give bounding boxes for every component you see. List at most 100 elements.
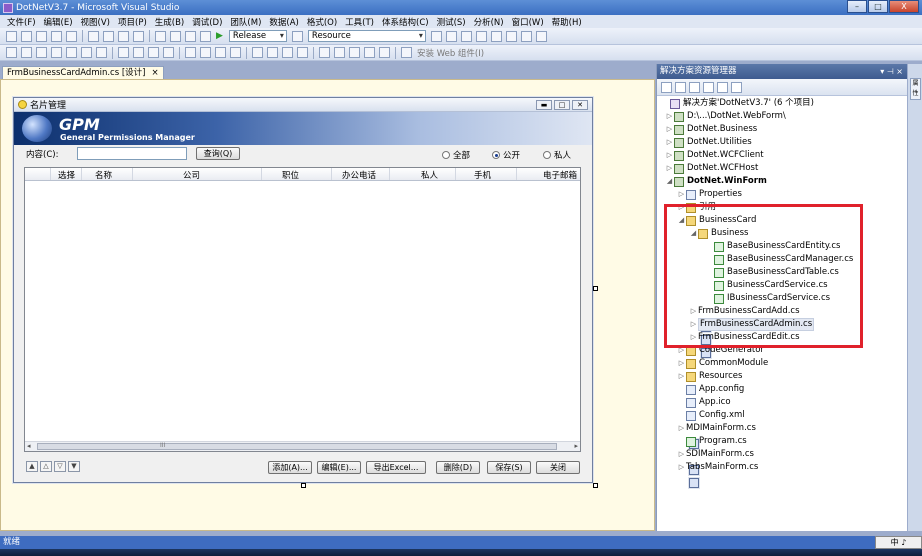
paste-icon[interactable] (118, 30, 129, 42)
navigate-forward-icon[interactable] (200, 30, 211, 42)
menu-data[interactable]: 数据(A) (265, 16, 302, 28)
resize-handle-right[interactable] (593, 286, 598, 291)
resize-handle-bottom[interactable] (301, 483, 306, 488)
radio-public[interactable]: 公开 (492, 149, 520, 161)
minimize-icon[interactable]: – (847, 0, 867, 13)
menu-team[interactable]: 团队(M) (226, 16, 265, 28)
tree-node-properties[interactable]: ▷ Properties (677, 188, 742, 201)
tree-node-tabsmainform[interactable]: ▷ TabsMainForm.cs (677, 461, 758, 488)
increase-spacing-icon[interactable] (200, 47, 211, 58)
edit-button[interactable]: 编辑(E)... (317, 461, 361, 474)
tree-node-commonmodule[interactable]: ▷ CommonModule (677, 357, 768, 370)
decrease-spacing-icon[interactable] (215, 47, 226, 58)
align-to-grid-icon[interactable] (6, 47, 17, 58)
find-in-files-icon[interactable] (291, 30, 303, 42)
align-rights-icon[interactable] (51, 47, 62, 58)
size-to-grid-icon[interactable] (163, 47, 174, 58)
save-button[interactable]: 保存(S) (487, 461, 531, 474)
refresh-icon[interactable] (689, 81, 700, 93)
properties-icon[interactable] (661, 81, 672, 93)
tree-node-solution[interactable]: 解决方案'DotNetV3.7' (6 个项目) (661, 97, 814, 110)
delete-button[interactable]: 删除(D) (436, 461, 480, 474)
web-component-icon[interactable] (401, 47, 412, 58)
class-diagram-icon[interactable] (731, 81, 742, 93)
toolbox-icon[interactable] (475, 30, 487, 42)
new-project-icon[interactable] (6, 30, 17, 42)
align-lefts-icon[interactable] (21, 47, 32, 58)
align-tops-icon[interactable] (66, 47, 77, 58)
properties-dock-tab[interactable]: 属性 (910, 78, 921, 100)
column-name[interactable]: 名称 (95, 169, 112, 181)
copy-icon[interactable] (103, 30, 114, 42)
tab-close-icon[interactable]: × (152, 68, 159, 78)
scroll-left-icon[interactable]: ◂ (27, 442, 31, 450)
form-maximize-icon[interactable]: □ (554, 100, 570, 110)
tree-node-wcfclient[interactable]: ▷ DotNet.WCFClient (665, 149, 764, 162)
menu-test[interactable]: 测试(S) (433, 16, 470, 28)
command-window-icon[interactable] (520, 30, 532, 42)
nav-next-button[interactable]: ▽ (54, 461, 66, 472)
remove-spacing-icon[interactable] (230, 47, 241, 58)
make-same-size-icon[interactable] (148, 47, 159, 58)
tree-node-wcfhost[interactable]: ▷ DotNet.WCFHost (665, 162, 758, 175)
align-centers-icon[interactable] (36, 47, 47, 58)
delete-icon[interactable] (133, 30, 144, 42)
send-to-back-icon[interactable] (364, 47, 375, 58)
search-button[interactable]: 查询(Q) (196, 147, 240, 160)
menu-edit[interactable]: 编辑(E) (40, 16, 77, 28)
lock-controls-icon[interactable] (379, 47, 390, 58)
radio-private[interactable]: 私人 (543, 149, 571, 161)
show-all-files-icon[interactable] (675, 81, 686, 93)
tree-node-app-ico[interactable]: App.ico (677, 396, 731, 409)
make-same-height-icon[interactable] (133, 47, 144, 58)
column-office-phone[interactable]: 办公电话 (342, 169, 376, 181)
column-private[interactable]: 私人 (421, 169, 438, 181)
tree-node-utilities[interactable]: ▷ DotNet.Utilities (665, 136, 752, 149)
undo-icon[interactable] (155, 30, 166, 42)
save-icon[interactable] (51, 30, 62, 42)
properties-icon[interactable] (445, 30, 457, 42)
tree-node-webform[interactable]: ▷ D:\...\DotNet.WebForm\ (665, 110, 786, 123)
menu-format[interactable]: 格式(O) (303, 16, 341, 28)
form-close-icon[interactable]: ✕ (572, 100, 588, 110)
toolbar-options-icon[interactable] (535, 30, 547, 42)
grid-horizontal-scrollbar[interactable]: ◂ III ▸ (25, 441, 580, 451)
tree-node-sdimainform[interactable]: ▷ SDIMainForm.cs (677, 448, 754, 475)
extension-manager-icon[interactable] (490, 30, 502, 42)
start-debugging-icon[interactable]: ▶ (216, 31, 223, 41)
center-vertically-icon[interactable] (334, 47, 345, 58)
close-button[interactable]: X (889, 0, 919, 13)
export-excel-button[interactable]: 导出Excel... (366, 461, 426, 474)
navigate-back-icon[interactable] (185, 30, 196, 42)
tree-node-program[interactable]: Program.cs (677, 435, 747, 448)
business-card-grid[interactable]: 选择 名称 公司 职位 办公电话 私人 手机 电子邮箱 ◂ III ▸ (24, 167, 581, 452)
solution-explorer-icon[interactable] (430, 30, 442, 42)
redo-icon[interactable] (170, 30, 181, 42)
menu-tools[interactable]: 工具(T) (341, 16, 378, 28)
center-horizontally-icon[interactable] (319, 47, 330, 58)
tree-node-mdimainform[interactable]: ▷ MDIMainForm.cs (677, 422, 756, 449)
align-middles-icon[interactable] (81, 47, 92, 58)
form-minimize-icon[interactable]: ▬ (536, 100, 552, 110)
radio-all[interactable]: 全部 (442, 149, 470, 161)
menu-debug[interactable]: 调试(D) (188, 16, 226, 28)
column-email[interactable]: 电子邮箱 (543, 169, 577, 181)
menu-project[interactable]: 项目(P) (114, 16, 151, 28)
bring-to-front-icon[interactable] (349, 47, 360, 58)
resize-handle-corner[interactable] (593, 483, 598, 488)
install-web-component-button[interactable]: 安装 Web 组件(I) (417, 47, 484, 59)
scrollbar-thumb[interactable]: III (37, 442, 557, 450)
close-form-button[interactable]: 关闭 (536, 461, 580, 474)
menu-architecture[interactable]: 体系结构(C) (378, 16, 433, 28)
ime-indicator[interactable]: 中 ♪ (875, 536, 922, 549)
tree-node-app-config[interactable]: App.config (677, 383, 744, 396)
start-page-icon[interactable] (505, 30, 517, 42)
tree-node-config-xml[interactable]: Config.xml (677, 409, 745, 422)
open-file-icon[interactable] (36, 30, 47, 42)
menu-window[interactable]: 窗口(W) (508, 16, 548, 28)
remove-vertical-spacing-icon[interactable] (297, 47, 308, 58)
menu-view[interactable]: 视图(V) (77, 16, 114, 28)
add-button[interactable]: 添加(A)... (268, 461, 312, 474)
make-same-width-icon[interactable] (118, 47, 129, 58)
tree-node-resources[interactable]: ▷ Resources (677, 370, 742, 383)
